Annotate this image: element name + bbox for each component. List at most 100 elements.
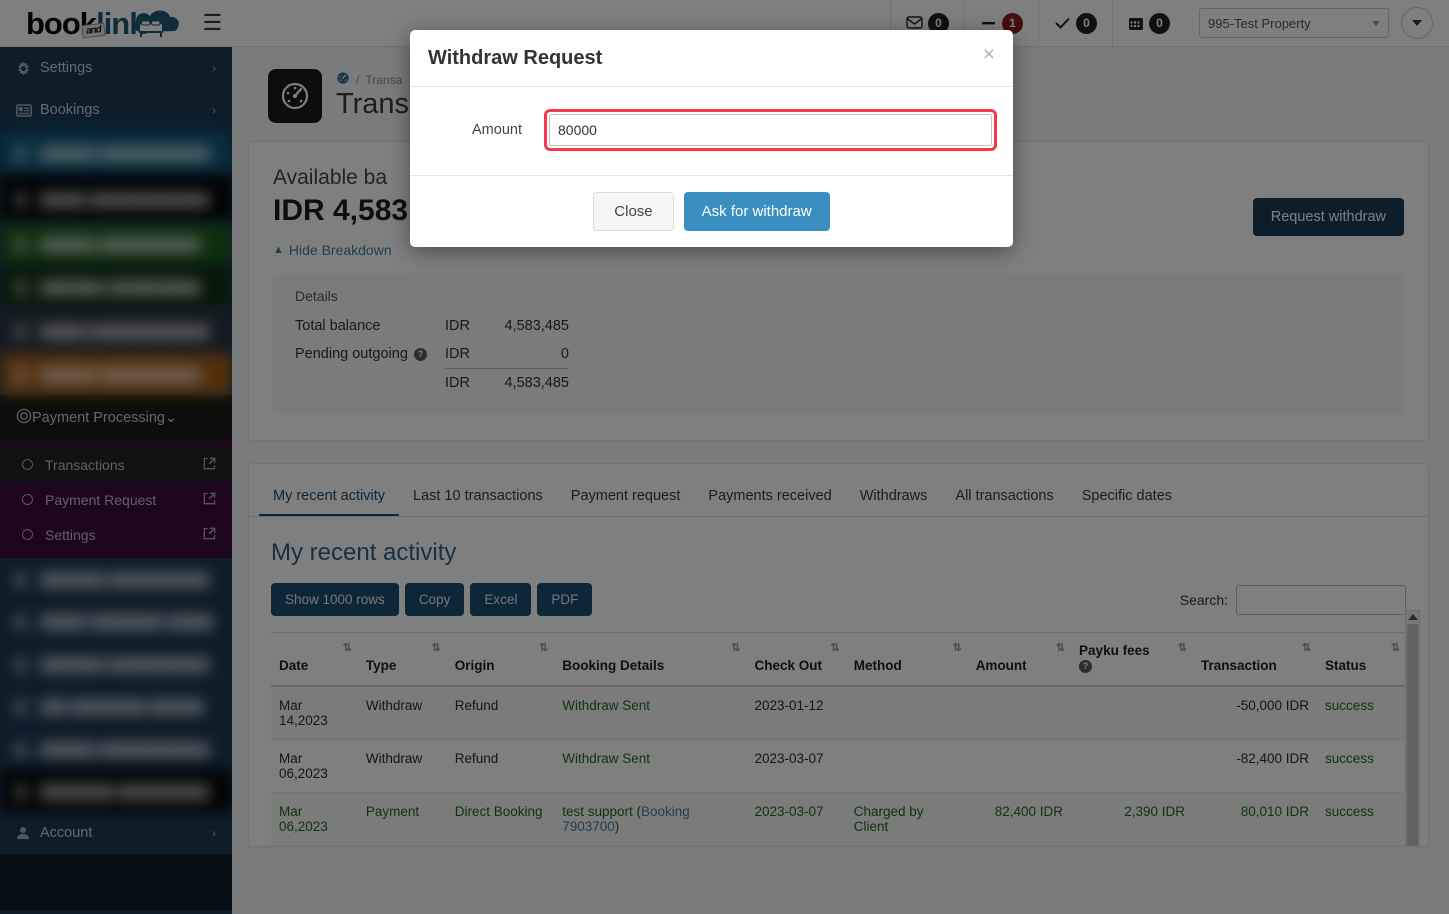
hide-breakdown-toggle[interactable]: ▲ Hide Breakdown <box>273 242 392 258</box>
scroll-up-arrow-icon[interactable] <box>1407 614 1418 620</box>
help-icon[interactable]: ? <box>1079 659 1093 673</box>
sidebar-item-label: Payment Request <box>45 491 157 508</box>
column-label: Status <box>1325 658 1367 673</box>
help-icon[interactable]: ? <box>413 347 427 361</box>
transaction-tabs: My recent activity Last 10 transactions … <box>249 464 1428 517</box>
sidebar-item-account[interactable]: Account › <box>0 812 232 854</box>
sidebar-redacted-item[interactable]: █ ██████ ████████████ <box>0 131 232 175</box>
sidebar-item-transactions[interactable]: Transactions <box>0 447 232 482</box>
sidebar-redacted-item[interactable]: █ ███ ████████ ██████ <box>0 685 232 728</box>
scrollbar-thumb[interactable] <box>1407 624 1418 846</box>
show-1000-rows-button[interactable]: Show 1000 rows <box>271 583 399 616</box>
redacted-icon: █ <box>16 366 26 382</box>
request-withdraw-button[interactable]: Request withdraw <box>1252 198 1404 236</box>
dashboard-gauge-icon[interactable] <box>336 71 350 88</box>
tasks-badge[interactable]: 0 <box>1038 0 1112 47</box>
table-row[interactable]: Mar 06,2023 Payment Direct Booking test … <box>271 792 1406 846</box>
sidebar-toggle-button[interactable]: ☰ <box>202 12 222 34</box>
column-header-check-out[interactable]: ⇅ Check Out <box>746 632 846 687</box>
redacted-label: ██████ ████████████ <box>40 741 210 757</box>
amount-label: Amount <box>472 122 522 138</box>
modal-header: Withdraw Request × <box>410 30 1013 87</box>
tab-payments-received[interactable]: Payments received <box>694 484 845 516</box>
sidebar-redacted-item[interactable]: █ █████ █████████████ <box>0 309 232 353</box>
table-row[interactable]: Mar 14,2023 Withdraw Refund Withdraw Sen… <box>271 686 1406 740</box>
table-vertical-scrollbar[interactable] <box>1405 610 1420 846</box>
chevron-right-icon: › <box>212 61 216 75</box>
column-header-payku-fees[interactable]: ⇅ Payku fees? <box>1071 632 1194 687</box>
sort-icon: ⇅ <box>342 642 352 654</box>
cell-transaction: -82,400 IDR <box>1193 739 1318 793</box>
sidebar-redacted-item[interactable]: █ ███████ ███████████ <box>0 643 232 685</box>
pdf-export-button[interactable]: PDF <box>537 583 593 616</box>
tab-my-recent-activity[interactable]: My recent activity <box>259 484 399 516</box>
column-header-amount[interactable]: ⇅ Amount <box>967 632 1072 687</box>
sidebar-redacted-item[interactable]: █ █████ ████████ █████ <box>0 600 232 643</box>
sidebar-item-bookings[interactable]: Bookings › <box>0 89 232 131</box>
sidebar-redacted-item[interactable]: █ █████ █████████████ <box>0 175 232 223</box>
close-icon[interactable]: × <box>983 44 995 65</box>
redacted-icon: █ <box>16 699 26 714</box>
table-row[interactable]: Mar 06,2023 Withdraw Refund Withdraw Sen… <box>271 739 1406 793</box>
tab-payment-request[interactable]: Payment request <box>557 484 695 516</box>
amount-field-highlight <box>544 109 997 151</box>
user-menu-button[interactable] <box>1401 7 1433 39</box>
external-link-icon <box>203 492 216 508</box>
modal-footer: Close Ask for withdraw <box>410 176 1013 247</box>
amount-input[interactable] <box>549 114 992 146</box>
external-link-icon <box>203 527 216 543</box>
app-logo[interactable]: booklink and ☰ <box>0 0 232 47</box>
sidebar-redacted-item[interactable]: █ ███████ ███████████ <box>0 558 232 600</box>
column-header-origin[interactable]: ⇅ Origin <box>446 632 555 687</box>
column-header-status[interactable]: ⇅ Status <box>1317 632 1406 687</box>
calendar-badge[interactable]: 0 <box>1112 0 1185 47</box>
sidebar-item-label: Settings <box>45 526 96 543</box>
sidebar-redacted-item[interactable]: █ ██████ ████████████ <box>0 728 232 770</box>
column-header-transaction[interactable]: ⇅ Transaction <box>1193 632 1318 687</box>
sidebar-item-payment-processing[interactable]: Payment Processing ⌄ <box>0 395 232 441</box>
sidebar-redacted-item[interactable]: █ ██████ ███████████ <box>0 223 232 266</box>
tab-specific-dates[interactable]: Specific dates <box>1068 484 1186 516</box>
cell-status: success <box>1317 792 1406 846</box>
column-header-booking-details[interactable]: ⇅ Booking Details <box>554 632 747 687</box>
chevron-right-icon: › <box>212 826 216 840</box>
column-header-date[interactable]: ⇅ Date <box>271 632 358 687</box>
table-toolbar: Show 1000 rows Copy Excel PDF Search: <box>249 567 1428 616</box>
redacted-label: ███████ ███████████ <box>40 571 210 587</box>
target-icon <box>16 408 32 428</box>
sidebar-redacted-item[interactable]: █ ███████ ██████████ <box>0 266 232 309</box>
cell-method: Charged by Client <box>845 792 968 846</box>
breadcrumb-current: Transa <box>365 72 403 87</box>
sidebar-item-payment-settings[interactable]: Settings <box>0 517 232 552</box>
cell-origin: Direct Booking <box>446 792 555 846</box>
sidebar-item-payment-request[interactable]: Payment Request <box>0 482 232 517</box>
sort-icon: ⇅ <box>539 642 549 654</box>
sidebar-redacted-item[interactable]: █ ██████ ███████████ <box>0 353 232 395</box>
sidebar-redacted-item[interactable]: █ ████████ ██████████ <box>0 770 232 812</box>
tab-withdraws[interactable]: Withdraws <box>846 484 942 516</box>
column-header-type[interactable]: ⇅ Type <box>357 632 447 687</box>
tab-last-10-transactions[interactable]: Last 10 transactions <box>399 484 557 516</box>
close-button[interactable]: Close <box>593 192 674 231</box>
logo-and-badge: and <box>81 22 106 38</box>
column-header-method[interactable]: ⇅ Method <box>845 632 968 687</box>
breakdown-row-label: Total balance <box>295 318 381 334</box>
redacted-icon: █ <box>16 323 26 339</box>
booking-text: test support ( <box>562 804 642 819</box>
circle-icon <box>22 529 33 540</box>
bed-cloud-icon <box>132 8 182 38</box>
ask-for-withdraw-button[interactable]: Ask for withdraw <box>683 192 830 231</box>
cell-date: Mar 06,2023 <box>271 739 358 793</box>
section-title: My recent activity <box>271 539 457 566</box>
excel-export-button[interactable]: Excel <box>470 583 532 616</box>
sidebar-item-settings[interactable]: Settings › <box>0 47 232 89</box>
search-input[interactable] <box>1236 584 1406 615</box>
check-icon <box>1054 16 1071 30</box>
copy-button[interactable]: Copy <box>404 583 465 616</box>
tab-all-transactions[interactable]: All transactions <box>941 484 1067 516</box>
table-header-row: ⇅ Date ⇅ Type ⇅ Origin ⇅ Booking Details ⇅ Ch… <box>271 632 1406 687</box>
redacted-icon: █ <box>16 571 26 587</box>
property-selector[interactable]: 995-Test Property <box>1199 8 1389 38</box>
circle-icon <box>22 459 33 470</box>
redacted-label: █████ █████████████ <box>40 191 210 207</box>
